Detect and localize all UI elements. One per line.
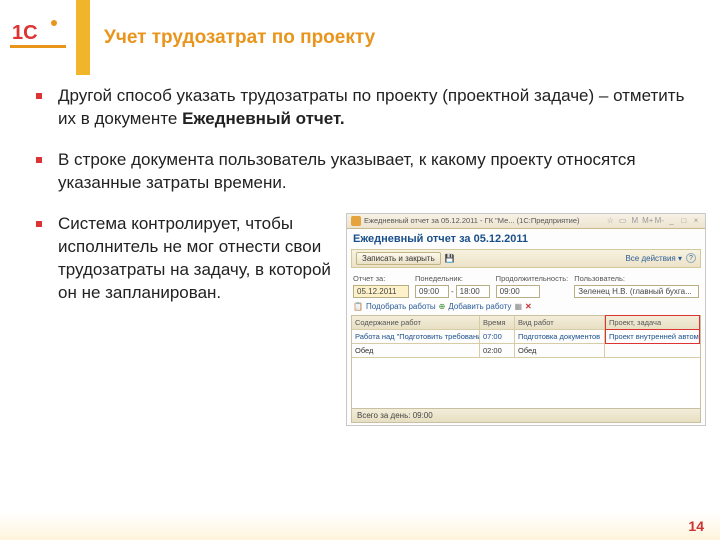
label-date: Отчет за: xyxy=(353,274,409,283)
m-icon[interactable]: M xyxy=(630,216,640,225)
table-footer: Всего за день: 09:00 xyxy=(352,408,700,422)
window-title: Ежедневный отчет за 05.12.2011 - ГК "Ме.… xyxy=(364,216,602,225)
cell xyxy=(605,344,700,358)
label-duration: Продолжительность: xyxy=(496,274,569,283)
app-icon xyxy=(351,216,361,226)
bullet-text: Система контролирует, чтобы исполнитель … xyxy=(58,213,336,408)
screenshot-daily-report: Ежедневный отчет за 05.12.2011 - ГК "Ме.… xyxy=(346,213,706,426)
bullet-icon xyxy=(36,93,42,99)
logo-1c: 1C xyxy=(0,9,76,66)
time-from-field[interactable]: 09:00 xyxy=(415,285,449,298)
svg-text:1C: 1C xyxy=(12,22,38,44)
slide-footer xyxy=(0,512,720,540)
minimize-icon[interactable]: _ xyxy=(667,216,677,225)
bullet-item: В строке документа пользователь указывае… xyxy=(36,149,692,195)
delete-icon[interactable]: ✕ xyxy=(525,302,532,311)
help-icon[interactable]: ? xyxy=(686,253,696,263)
maximize-icon[interactable]: □ xyxy=(679,216,689,225)
page-number: 14 xyxy=(688,518,704,534)
min-icon[interactable]: ▭ xyxy=(618,216,628,225)
cal-icon[interactable]: ▦ xyxy=(514,302,522,311)
works-table: Содержание работ Время Вид работ Проект,… xyxy=(351,315,701,423)
cell: Работа над "Подготовить требование к xyxy=(352,330,480,344)
add-work-link[interactable]: Добавить работу xyxy=(448,302,511,311)
cell: 07:00 xyxy=(480,330,515,344)
col-content: Содержание работ xyxy=(352,316,480,330)
doc-title: Ежедневный отчет за 05.12.2011 xyxy=(347,229,705,247)
form-row: Отчет за: 05.12.2011 Понедельник: 09:00 … xyxy=(347,270,705,300)
pick-works-link[interactable]: Подобрать работы xyxy=(366,302,436,311)
save-icon[interactable]: 💾 xyxy=(445,254,455,263)
close-icon[interactable]: × xyxy=(691,216,701,225)
m3-icon[interactable]: M- xyxy=(654,216,664,225)
col-time: Время xyxy=(480,316,515,330)
header-divider xyxy=(76,0,90,75)
cell-project: Проект внутренней автомати... xyxy=(605,329,700,344)
pick-icon[interactable]: 📋 xyxy=(353,302,363,311)
cell: 02:00 xyxy=(480,344,515,358)
slide-content: Другой способ указать трудозатраты по пр… xyxy=(0,75,720,426)
window-titlebar: Ежедневный отчет за 05.12.2011 - ГК "Ме.… xyxy=(347,214,705,229)
table-row[interactable]: Работа над "Подготовить требование к 07:… xyxy=(352,330,700,344)
bullet-icon xyxy=(36,157,42,163)
table-header: Содержание работ Время Вид работ Проект,… xyxy=(352,316,700,330)
bullet-item: Другой способ указать трудозатраты по пр… xyxy=(36,85,692,131)
label-user: Пользователь: xyxy=(574,274,699,283)
bullet-bold: Ежедневный отчет. xyxy=(182,109,345,128)
add-icon[interactable]: ⊕ xyxy=(439,302,446,311)
label-monday: Понедельник: xyxy=(415,274,490,283)
star-icon[interactable]: ☆ xyxy=(605,216,615,225)
table-toolbar: 📋 Подобрать работы ⊕ Добавить работу ▦ ✕ xyxy=(347,300,705,313)
col-project: Проект, задача xyxy=(605,315,700,330)
user-field[interactable]: Зеленец Н.В. (главный бухга... xyxy=(574,285,699,298)
table-blank xyxy=(352,358,700,408)
slide-title: Учет трудозатрат по проекту xyxy=(104,27,375,49)
toolbar: Записать и закрыть 💾 Все действия ▾ ? xyxy=(351,249,701,268)
date-field[interactable]: 05.12.2011 xyxy=(353,285,409,298)
bullet-icon xyxy=(36,221,42,227)
bullet-text: Другой способ указать трудозатраты по пр… xyxy=(58,86,684,128)
col-type: Вид работ xyxy=(515,316,605,330)
cell: Обед xyxy=(352,344,480,358)
cell: Подготовка документов xyxy=(515,330,605,344)
bullet-text: В строке документа пользователь указывае… xyxy=(58,149,692,195)
m2-icon[interactable]: M+ xyxy=(642,216,652,225)
window-controls: ☆ ▭ M M+ M- _ □ × xyxy=(605,216,701,225)
duration-field[interactable]: 09:00 xyxy=(496,285,540,298)
slide-header: 1C Учет трудозатрат по проекту xyxy=(0,0,720,75)
table-row[interactable]: Обед 02:00 Обед xyxy=(352,344,700,358)
time-to-field[interactable]: 18:00 xyxy=(456,285,490,298)
dash: - xyxy=(451,287,454,296)
logo-1c-icon: 1C xyxy=(10,17,66,53)
save-close-button[interactable]: Записать и закрыть xyxy=(356,252,441,265)
all-actions-link[interactable]: Все действия ▾ xyxy=(625,254,682,263)
bullet-item: Система контролирует, чтобы исполнитель … xyxy=(36,213,336,408)
cell: Обед xyxy=(515,344,605,358)
